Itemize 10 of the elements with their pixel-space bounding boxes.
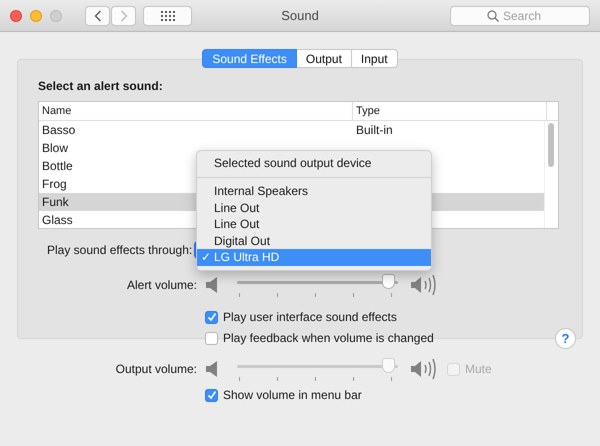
section-heading: Select an alert sound: [38, 79, 164, 93]
table-cell-text: Built-in [355, 123, 393, 137]
window-title: Sound [281, 8, 319, 23]
table-cell-text: Basso [41, 123, 76, 137]
field-label: Play sound effects through: [47, 243, 192, 257]
menu-header: Selected sound output device [213, 155, 372, 172]
field-label: Output volume: [114, 362, 197, 376]
table-cell-text: Funk [41, 195, 69, 209]
table-cell-text: Blow [41, 141, 68, 155]
field-label: Alert volume: [126, 278, 197, 292]
